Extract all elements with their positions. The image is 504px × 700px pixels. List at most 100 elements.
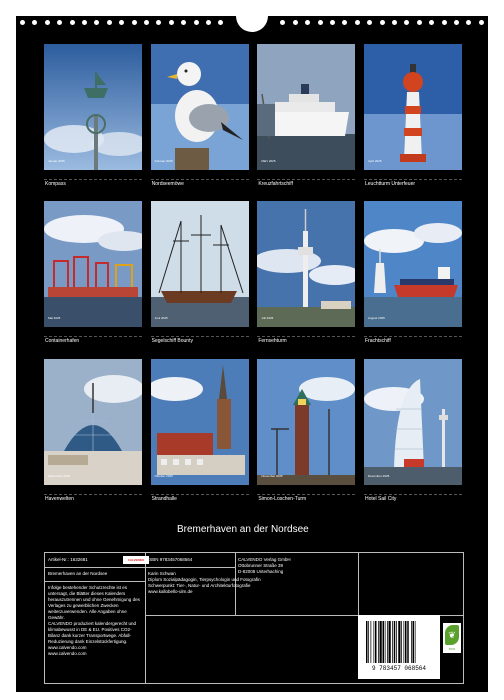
binding-hole <box>404 20 410 25</box>
info-divider <box>358 553 359 615</box>
month-caption: Kompass <box>45 181 66 187</box>
binding-hole <box>441 20 447 25</box>
month-date: Februar 2025 <box>154 159 173 163</box>
caption-divider <box>257 336 356 338</box>
month-photo <box>44 358 142 485</box>
month-photo <box>44 201 142 328</box>
month-date: Dezember 2025 <box>368 473 390 478</box>
binding-hole <box>168 20 174 25</box>
binding-hole <box>392 20 397 25</box>
binding-hole <box>429 20 435 25</box>
publisher-line: D-82008 Unterhaching <box>238 569 284 574</box>
barcode-bars <box>366 621 416 663</box>
eco-logo: ❦ eco <box>443 623 461 653</box>
isbn: ISBN 9783457068564 <box>148 557 193 562</box>
month-date: Oktober 2025 <box>154 473 173 478</box>
binding-hole <box>218 20 224 25</box>
eco-label: eco <box>448 646 456 651</box>
caption-divider <box>364 336 462 338</box>
binding-hole <box>416 20 422 25</box>
caption-divider <box>257 179 356 180</box>
month-photo <box>150 201 249 328</box>
calendar-title: Bremerhaven an der Nordsee <box>177 524 309 535</box>
caption-divider <box>257 493 356 495</box>
info-box: Artikel-Nr.: 1632681 CALVENDO Bremerhave… <box>44 552 464 684</box>
month-photo <box>150 44 249 170</box>
info-divider <box>145 567 235 568</box>
month-date: April 2025 <box>368 159 382 163</box>
month-caption: Leuchtturm Unterfeuer <box>365 181 416 187</box>
caption-divider <box>44 493 142 495</box>
month-caption: Havenwelten <box>45 495 74 502</box>
article-number: Artikel-Nr.: 1632681 <box>48 557 88 562</box>
binding-hole <box>69 20 75 25</box>
barcode-number: 9 783457 068564 <box>371 665 426 672</box>
month-caption: Simon-Loschen-Turm <box>258 495 307 502</box>
binding-hole <box>44 20 50 25</box>
caption-divider <box>44 179 142 180</box>
month-photo <box>150 358 249 485</box>
month-date: Juni 2025 <box>154 316 168 321</box>
binding-hole <box>280 20 286 25</box>
month-photo <box>364 358 462 485</box>
month-caption: Fernsehturm <box>258 338 287 345</box>
month-date: März 2025 <box>261 159 276 163</box>
month-photo <box>257 201 356 328</box>
legal-line: www.calvendo.com <box>48 651 87 656</box>
binding-hole <box>466 20 472 25</box>
month-caption: Frachtschiff <box>365 338 391 345</box>
binding-hole <box>119 20 125 25</box>
binding-hole <box>193 20 199 25</box>
binding-hole <box>478 20 484 25</box>
month-caption: Strandhalle <box>151 495 177 502</box>
caption-divider <box>44 336 142 338</box>
month-caption: Segelschiff Bounty <box>151 338 193 345</box>
binding-hole <box>379 20 385 25</box>
binding-hole <box>317 20 323 25</box>
binding-hole <box>82 20 87 25</box>
binding-hole <box>156 20 162 25</box>
month-caption: Nordseemöwe <box>151 181 184 187</box>
month-date: Juli 2025 <box>261 316 274 321</box>
month-photo <box>257 44 356 170</box>
month-date: August 2025 <box>368 316 385 321</box>
caption-divider <box>364 179 462 180</box>
binding-hole <box>367 20 373 25</box>
info-divider <box>45 581 145 582</box>
binding-hole <box>144 20 149 25</box>
caption-divider <box>150 336 249 338</box>
month-date: Januar 2025 <box>48 159 65 163</box>
month-date: September 2025 <box>48 473 71 478</box>
month-date: November 2025 <box>261 473 283 478</box>
calendar-back-page: Januar 2025 Kompass Februar 2025 Nordseemö… <box>16 8 488 692</box>
month-date: Mai 2025 <box>48 316 61 321</box>
month-caption: Hotel Sail City <box>365 495 397 502</box>
month-photo <box>44 44 142 170</box>
month-photo <box>364 44 462 170</box>
month-photo <box>257 358 356 485</box>
authordesc-line: www.kallobello-ulm.de <box>148 589 193 594</box>
binding-hole <box>292 20 298 25</box>
binding-hole <box>354 20 360 25</box>
info-divider <box>45 567 145 568</box>
binding-hole <box>206 20 211 25</box>
binding-hole <box>32 20 38 25</box>
month-photo <box>364 201 462 328</box>
binding-hole <box>94 20 100 25</box>
binding-hole <box>20 20 25 25</box>
binding-hole <box>181 20 187 25</box>
barcode: 9 783457 068564 <box>358 615 440 679</box>
leaf-icon: ❦ <box>445 625 459 645</box>
binding-hole <box>330 20 335 25</box>
binding-hole <box>131 20 137 25</box>
binding-hole <box>57 20 63 25</box>
binding-hole <box>106 20 112 25</box>
binding-hole <box>305 20 311 25</box>
product-title: Bremerhaven an der Nordsee <box>48 571 108 576</box>
binding-hole <box>454 20 459 25</box>
info-divider <box>145 553 146 683</box>
month-caption: Containerhafen <box>45 338 80 345</box>
publisher-logo: CALVENDO <box>123 556 149 564</box>
caption-divider <box>364 493 462 495</box>
month-caption: Kreuzfahrtschiff <box>258 181 293 187</box>
